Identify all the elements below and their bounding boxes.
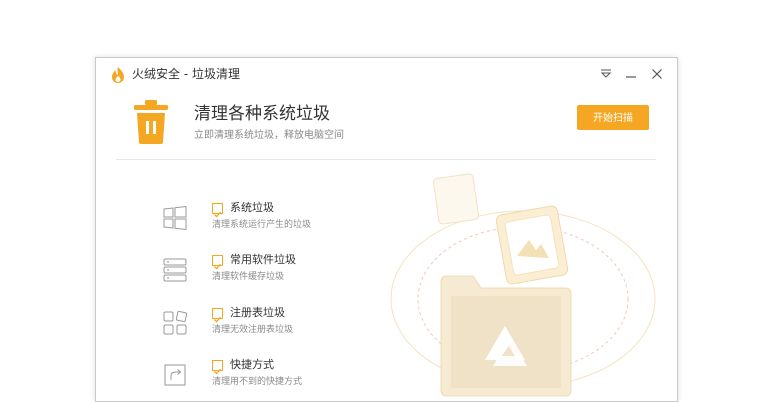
software-junk-checkbox[interactable] [212,255,223,270]
checkmark-icon [214,263,221,270]
cleanup-item-software[interactable]: 常用软件垃圾 清理软件缓存垃圾 [162,253,342,295]
cleanup-item-registry[interactable]: 注册表垃圾 清理无效注册表垃圾 [162,306,342,348]
item-desc: 清理软件缓存垃圾 [212,272,285,282]
header-divider [116,159,656,160]
system-junk-checkbox[interactable] [212,203,223,218]
window-title: 火绒安全 - 垃圾清理 [132,67,240,81]
item-label: 快捷方式 [230,358,274,371]
trash-bin-icon [134,100,168,144]
checkmark-icon [214,316,221,323]
cleanup-item-shortcut[interactable]: 快捷方式 清理用不到的快捷方式 [162,358,342,400]
checkmark-icon [214,211,221,218]
huorong-logo-icon [112,67,124,83]
page-subtitle: 立即清理系统垃圾，释放电脑空间 [194,130,344,141]
item-label: 常用软件垃圾 [230,253,296,266]
app-window: 火绒安全 - 垃圾清理 清理各种系统垃圾 立即清理系统垃圾，释放电脑空间 开始扫… [95,57,678,402]
close-icon[interactable] [649,66,665,82]
minimize-icon[interactable] [623,66,639,82]
shortcut-checkbox[interactable] [212,360,223,375]
item-desc: 清理用不到的快捷方式 [212,377,303,387]
checkmark-icon [214,368,221,375]
title-bar: 火绒安全 - 垃圾清理 [96,58,677,90]
registry-junk-checkbox[interactable] [212,308,223,323]
item-label: 注册表垃圾 [230,306,285,319]
item-label: 系统垃圾 [230,201,274,214]
cleanup-item-system[interactable]: 系统垃圾 清理系统运行产生的垃圾 [162,201,342,243]
registry-icon [163,310,188,335]
item-desc: 清理系统运行产生的垃圾 [212,220,312,230]
start-scan-button[interactable]: 开始扫描 [577,105,649,130]
cleanup-illustration [390,173,656,397]
item-desc: 清理无效注册表垃圾 [212,325,294,335]
software-icon [163,258,187,282]
menu-icon[interactable] [598,66,614,82]
windows-icon [163,205,187,231]
page-title: 清理各种系统垃圾 [194,104,330,124]
shortcut-icon [164,364,186,386]
